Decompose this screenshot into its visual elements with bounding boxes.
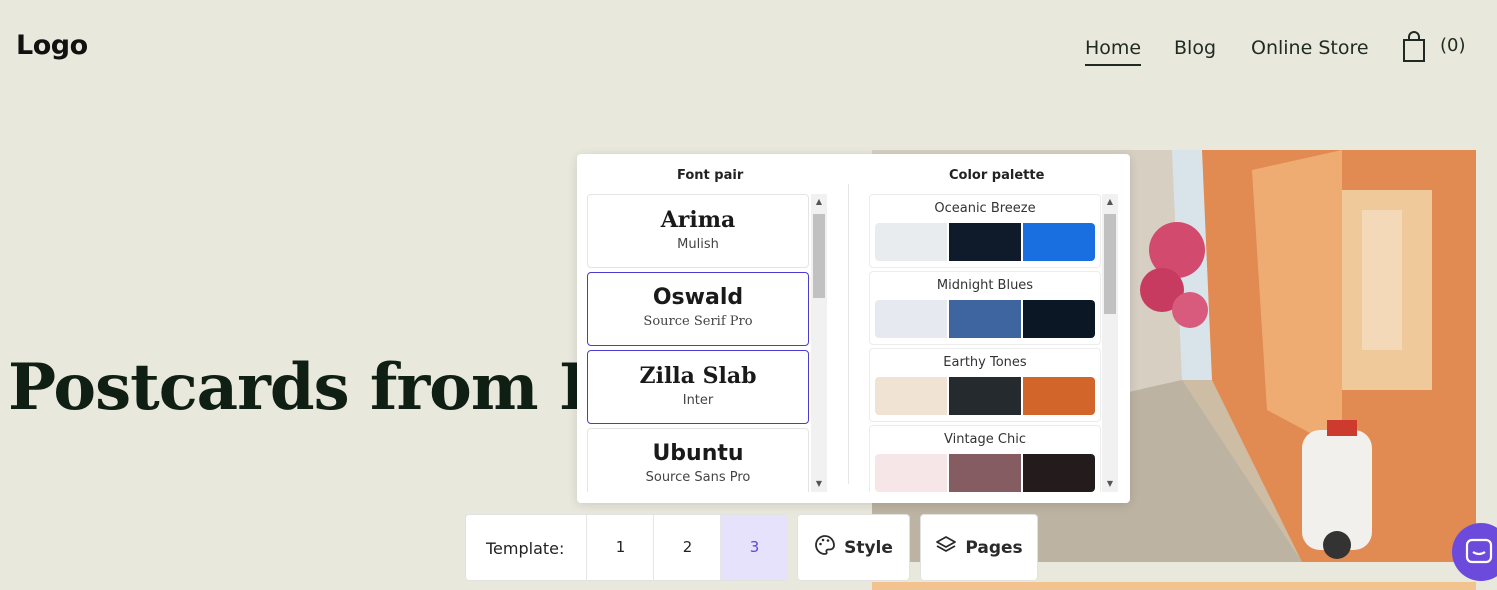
color-swatch [1023,377,1095,415]
color-swatch [949,223,1021,261]
font-pair-body-font: Source Sans Pro [645,470,751,485]
palette-list-scrollbar[interactable]: ▲ ▼ [1102,194,1118,492]
scroll-up-icon[interactable]: ▲ [1102,194,1118,210]
chat-widget-button[interactable] [1452,523,1497,581]
pages-label: Pages [965,537,1023,558]
template-switcher: Template: 1 2 3 [465,514,788,581]
font-list-scrollbar[interactable]: ▲ ▼ [811,194,827,492]
palette-swatches [875,454,1095,492]
color-swatch [949,300,1021,338]
scroll-thumb[interactable] [813,214,825,298]
palette-option[interactable]: Vintage Chic [869,425,1101,492]
layers-icon [935,534,957,561]
color-swatch [1023,223,1095,261]
color-swatch [875,377,947,415]
style-panel: Font pair Color palette Arima Mulish Osw… [577,154,1130,503]
scroll-down-icon[interactable]: ▼ [1102,476,1118,492]
color-swatch [875,223,947,261]
palette-name: Earthy Tones [943,355,1027,370]
palette-option[interactable]: Oceanic Breeze [869,194,1101,268]
style-label: Style [844,537,893,558]
template-1-button[interactable]: 1 [586,515,654,580]
palette-name: Vintage Chic [944,432,1026,447]
cart-count[interactable]: (0) [1440,35,1466,56]
site-logo[interactable]: Logo [16,30,88,61]
nav-online-store[interactable]: Online Store [1251,37,1369,59]
pages-button[interactable]: Pages [920,514,1038,581]
color-swatch [1023,300,1095,338]
font-pair-heading-font: Ubuntu [652,441,744,466]
panel-divider [848,184,849,484]
font-pair-list: Arima Mulish Oswald Source Serif Pro Zil… [587,194,809,492]
template-3-button[interactable]: 3 [720,515,788,580]
template-label: Template: [486,539,565,558]
color-palette-list: Oceanic Breeze Midnight Blues Earthy Ton… [869,194,1101,492]
scroll-up-icon[interactable]: ▲ [811,194,827,210]
palette-name: Midnight Blues [936,278,1034,293]
font-pair-heading-font: Oswald [652,285,744,310]
palette-option[interactable]: Earthy Tones [869,348,1101,422]
color-swatch [875,300,947,338]
font-pair-option[interactable]: Arima Mulish [587,194,809,268]
color-swatch [875,454,947,492]
color-swatch [949,454,1021,492]
font-pair-heading-font: Arima [660,207,736,233]
font-pair-option[interactable]: Zilla Slab Inter [587,350,809,424]
font-pair-heading: Font pair [677,168,744,183]
palette-swatches [875,377,1095,415]
style-button[interactable]: Style [797,514,910,581]
template-2-button[interactable]: 2 [653,515,721,580]
palette-option[interactable]: Midnight Blues [869,271,1101,345]
color-swatch [1023,454,1095,492]
font-pair-heading-font: Zilla Slab [639,363,757,389]
color-palette-heading: Color palette [949,168,1045,183]
font-pair-body-font: Source Serif Pro [643,314,753,329]
scroll-down-icon[interactable]: ▼ [811,476,827,492]
scroll-thumb[interactable] [1104,214,1116,314]
palette-icon [814,534,836,561]
shopping-bag-icon[interactable] [1398,30,1430,64]
font-pair-body-font: Inter [682,393,714,408]
nav-blog[interactable]: Blog [1174,37,1216,59]
nav-home[interactable]: Home [1085,37,1142,66]
font-pair-body-font: Mulish [677,237,719,252]
palette-swatches [875,223,1095,261]
font-pair-option[interactable]: Oswald Source Serif Pro [587,272,809,346]
chat-icon [1465,538,1493,564]
palette-name: Oceanic Breeze [934,201,1036,216]
font-pair-option[interactable]: Ubuntu Source Sans Pro [587,428,809,492]
hero-title: Postcards from Ita [8,350,658,425]
palette-swatches [875,300,1095,338]
image-strip [872,582,1476,590]
color-swatch [949,377,1021,415]
